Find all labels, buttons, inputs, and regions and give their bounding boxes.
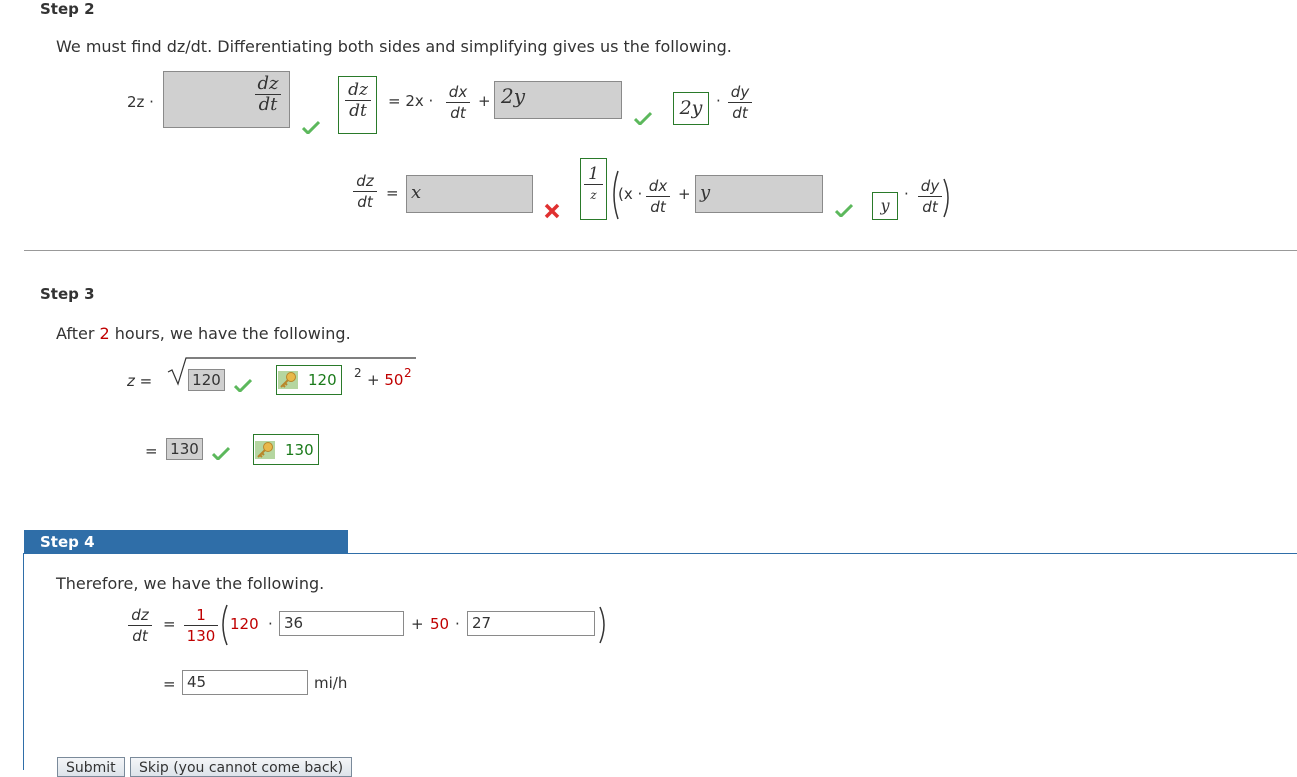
eq-2x: = 2x · <box>388 92 434 110</box>
right-paren <box>943 178 949 218</box>
correct-answer-130: 130 <box>253 434 319 465</box>
step4-top-border <box>348 553 1297 554</box>
step4-intro: Therefore, we have the following. <box>56 574 325 593</box>
coef-50: 50 <box>430 615 450 633</box>
skip-button[interactable]: Skip (you cannot come back) <box>130 757 353 777</box>
answer-box-130[interactable]: 130 <box>166 438 203 460</box>
submit-button[interactable]: Submit <box>57 757 125 777</box>
unit-label: mi/h <box>314 674 348 692</box>
correct-answer-y: y <box>872 192 898 220</box>
dot: · <box>268 615 273 633</box>
step4-tab: Step 4 <box>24 530 348 554</box>
frac-dx-dt: dx dt <box>446 83 470 122</box>
x-dot: (x · <box>618 185 643 203</box>
frac-dz-dt: dz dt <box>353 172 377 211</box>
input-dx-dt[interactable]: 36 <box>279 611 404 636</box>
answer-box-120[interactable]: 120 <box>188 369 225 391</box>
step2-label: Step 2 <box>40 0 95 18</box>
cross-icon <box>544 203 560 219</box>
dot: · <box>455 615 460 633</box>
plus-sign: + <box>411 615 424 633</box>
answer-box-2y[interactable]: 2y <box>494 81 622 119</box>
answer-box-dzdt[interactable]: dz dt <box>163 71 290 128</box>
step3-intro: After 2 hours, we have the following. <box>56 324 351 343</box>
correct-answer-2y: 2y <box>673 92 709 125</box>
step3-label: Step 3 <box>40 285 95 303</box>
correct-answer-1-over-z: 1z <box>580 158 607 220</box>
step4-left-border <box>23 553 24 770</box>
equals-sign: = <box>386 184 399 202</box>
key-icon <box>278 371 298 389</box>
frac-dy-dt-2: dy dt <box>918 177 942 216</box>
answer-box-y[interactable]: y <box>695 175 823 213</box>
plus-50: + 50 <box>367 371 404 389</box>
equals-sign: = <box>163 675 176 693</box>
section-divider <box>24 250 1297 251</box>
answer-box-x[interactable]: x <box>406 175 533 213</box>
check-icon <box>634 111 652 125</box>
input-final-answer[interactable]: 45 <box>182 670 308 695</box>
frac-dy-dt: dy dt <box>728 83 752 122</box>
check-icon <box>234 378 252 392</box>
left-paren <box>222 604 228 646</box>
step2-intro: We must find dz/dt. Differentiating both… <box>56 37 732 56</box>
coef-120: 120 <box>230 615 259 633</box>
check-icon <box>835 203 853 217</box>
equals-sign: = <box>145 442 158 460</box>
correct-answer-120: 120 <box>276 365 342 395</box>
dot: · <box>904 185 909 203</box>
check-icon <box>302 120 320 134</box>
coef-2z: 2z · <box>127 93 154 111</box>
equals-sign: = <box>163 615 176 633</box>
correct-answer-dzdt: dz dt <box>338 76 377 134</box>
plus-sign: + <box>478 92 491 110</box>
frac-dx-dt-2: dx dt <box>646 177 670 216</box>
plus-sign: + <box>678 185 691 203</box>
frac-dz-dt-result: dz dt <box>128 606 152 645</box>
superscript-2: 2 <box>354 366 362 380</box>
z-equals: z = <box>127 372 153 390</box>
right-paren <box>599 606 605 644</box>
dot: · <box>716 92 721 110</box>
key-icon <box>255 441 275 459</box>
superscript-2b: 2 <box>404 366 412 380</box>
input-dy-dt[interactable]: 27 <box>467 611 595 636</box>
frac-1-over-130: 1 130 <box>184 606 218 645</box>
check-icon <box>212 446 230 460</box>
step4-label: Step 4 <box>40 533 95 551</box>
